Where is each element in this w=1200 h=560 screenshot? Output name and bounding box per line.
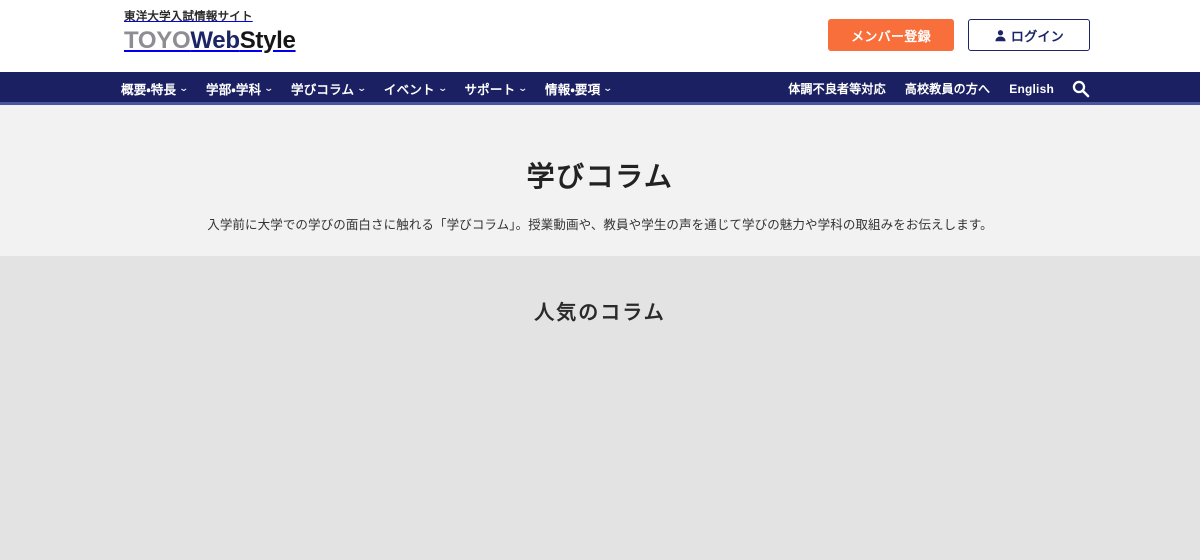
site-header: 東洋大学入試情報サイト TOYOWebStyle メンバー登録 ログイン [0, 0, 1200, 72]
login-button[interactable]: ログイン [968, 19, 1090, 51]
page-lead-text: 入学前に大学での学びの面白さに触れる「学びコラム」。授業動画や、教員や学生の声を… [207, 218, 993, 232]
chevron-down-icon: ⌄ [356, 83, 368, 93]
nav-item-label: 学びコラム [291, 83, 355, 97]
nav-item-gaiyou[interactable]: 概要・特長 ⌄ [121, 79, 190, 98]
logo-word-style: Style [239, 26, 296, 54]
site-logo[interactable]: 東洋大学入試情報サイト TOYOWebStyle [124, 11, 296, 54]
login-button-label: ログイン [1010, 28, 1065, 44]
person-icon [994, 29, 1007, 42]
section-heading-popular: 人気のコラム [534, 302, 666, 324]
search-icon[interactable] [1071, 79, 1090, 98]
header-actions: メンバー登録 ログイン [828, 19, 1090, 51]
chevron-down-icon: ⌄ [602, 83, 614, 93]
nav-primary-list: 概要・特長 ⌄ 学部・学科 ⌄ 学びコラム ⌄ イベント ⌄ サポート ⌄ 情報… [121, 72, 614, 105]
popular-columns-section: 人気のコラム 3:51 TOYO Lab for “human nutritio… [0, 256, 1200, 560]
chevron-down-icon: ⌄ [178, 83, 190, 93]
nav-item-label: 学部・学科 [206, 83, 262, 97]
nav-item-gakubu[interactable]: 学部・学科 ⌄ [206, 79, 275, 98]
chevron-down-icon: ⌄ [437, 83, 448, 93]
nav-item-support[interactable]: サポート ⌄ [464, 79, 529, 98]
nav-item-label: イベント [383, 83, 435, 97]
logo-word-toyo: TOYO [124, 26, 191, 54]
nav-util-taichou-furyou[interactable]: 体調不良者等対応 [788, 80, 886, 97]
nav-utility-list: 体調不良者等対応 高校教員の方へ English [788, 72, 1090, 105]
chevron-down-icon: ⌄ [263, 83, 275, 93]
nav-util-koukou-kyouin[interactable]: 高校教員の方へ [905, 80, 990, 97]
nav-item-label: 概要・特長 [121, 83, 177, 97]
nav-item-event[interactable]: イベント ⌄ [383, 79, 448, 98]
logo-wordmark: TOYOWebStyle [124, 26, 296, 54]
nav-item-label: サポート [464, 83, 516, 97]
nav-item-manabi-column[interactable]: 学びコラム ⌄ [291, 79, 368, 98]
nav-util-english[interactable]: English [1009, 82, 1054, 96]
member-register-button[interactable]: メンバー登録 [828, 19, 954, 51]
main-navigation: 概要・特長 ⌄ 学部・学科 ⌄ 学びコラム ⌄ イベント ⌄ サポート ⌄ 情報… [0, 72, 1200, 105]
page-title: 学びコラム [526, 161, 674, 192]
chevron-down-icon: ⌄ [517, 83, 529, 93]
logo-tagline: 東洋大学入試情報サイト [124, 11, 253, 23]
nav-item-label: 情報・要項 [545, 83, 601, 97]
logo-word-web: Web [190, 26, 240, 54]
page-intro-section: 学びコラム 入学前に大学での学びの面白さに触れる「学びコラム」。授業動画や、教員… [0, 105, 1200, 256]
nav-item-jouhou-youkou[interactable]: 情報・要項 ⌄ [545, 79, 614, 98]
